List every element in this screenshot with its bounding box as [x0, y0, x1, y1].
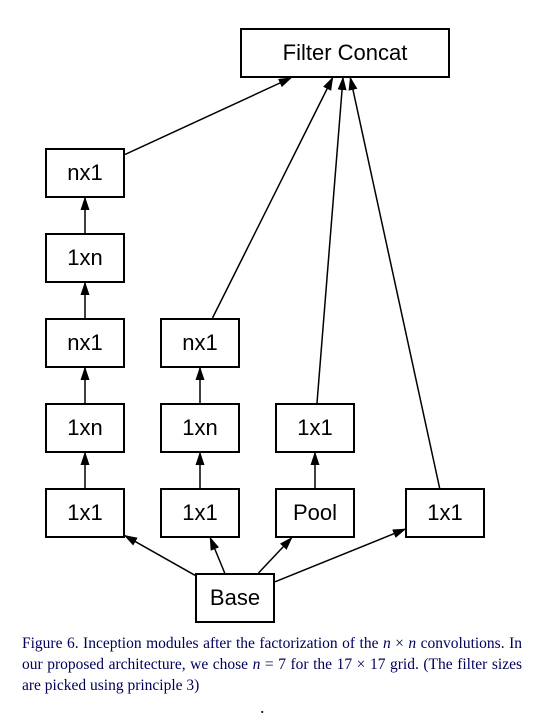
inception-diagram: Filter Concat nx1 1xn nx1 1xn 1x1 nx1 1xn 1x1 1x1…: [10, 10, 532, 630]
figure-label: Figure 6.: [22, 635, 79, 652]
edge-d_1x1-concat: [350, 78, 439, 488]
edge-c_1x1-concat: [317, 78, 343, 403]
edge-base-c_pool: [259, 538, 292, 573]
math-eq-7: = 7: [260, 656, 286, 673]
node-a_nx1_2: nx1: [45, 148, 125, 198]
edge-b_nx1-concat: [213, 78, 333, 318]
node-a_1x1: 1x1: [45, 488, 125, 538]
node-c_1x1: 1x1: [275, 403, 355, 453]
node-concat: Filter Concat: [240, 28, 450, 78]
node-a_nx1_1: nx1: [45, 318, 125, 368]
node-d_1x1: 1x1: [405, 488, 485, 538]
caption-text-3: for the: [286, 656, 337, 673]
node-b_1x1: 1x1: [160, 488, 240, 538]
figure-caption: Figure 6. Inception modules after the fa…: [22, 634, 522, 697]
node-c_pool: Pool: [275, 488, 355, 538]
math-n-2: n: [408, 635, 416, 652]
node-b_1xn: 1xn: [160, 403, 240, 453]
caption-text-1: Inception modules after the factorizatio…: [79, 635, 383, 652]
trailing-period: .: [260, 697, 532, 718]
node-a_1xn_1: 1xn: [45, 403, 125, 453]
edge-a_nx1_2-concat: [125, 78, 291, 155]
node-base: Base: [195, 573, 275, 623]
math-times-1: ×: [391, 635, 409, 652]
node-b_nx1: nx1: [160, 318, 240, 368]
node-a_1xn_2: 1xn: [45, 233, 125, 283]
edge-base-b_1x1: [210, 538, 224, 573]
math-17x17: 17 × 17: [337, 656, 386, 673]
edge-base-a_1x1: [125, 536, 195, 576]
math-n-1: n: [383, 635, 391, 652]
